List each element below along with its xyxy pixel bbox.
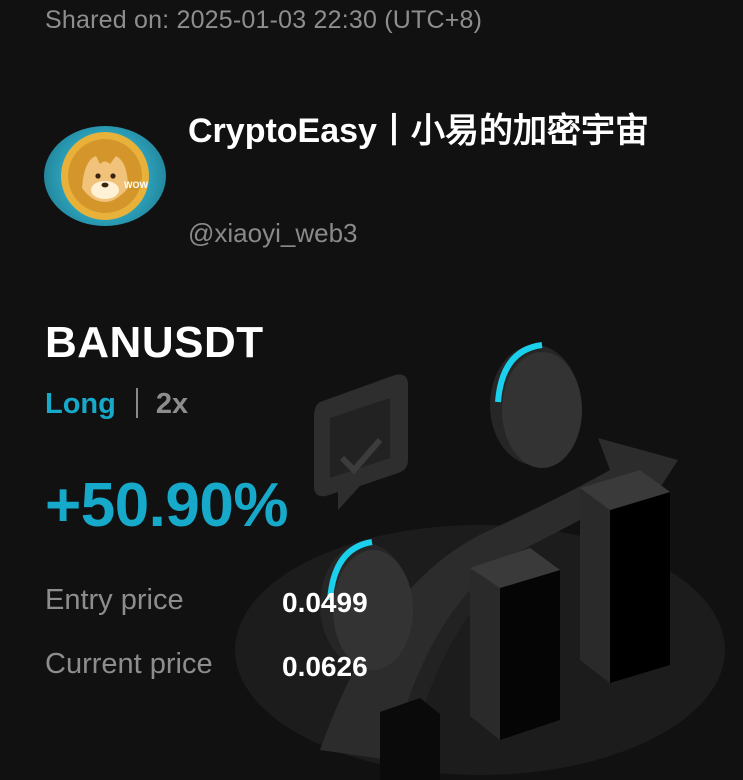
position-side-row: Long 2x [45,388,188,421]
entry-price-value: 0.0499 [282,587,368,618]
current-price-label: Current price [45,648,213,680]
doge-coin-icon: WOW [61,132,149,220]
coin-top-icon [490,342,582,468]
leverage: 2x [155,388,189,420]
side-divider [135,388,138,418]
shared-on-timestamp: Shared on: 2025-01-03 22:30 (UTC+8) [45,6,483,34]
pnl-percent: +50.90% [45,471,289,540]
avatar-wow-text: WOW [124,180,148,190]
position-side: Long [45,388,116,420]
author-handle[interactable]: @xiaoyi_web3 [188,218,357,249]
speech-bubble-icon [314,374,408,510]
entry-price-label: Entry price [45,584,184,616]
current-price-value: 0.0626 [282,651,368,682]
author-name[interactable]: CryptoEasy丨小易的加密宇宙 [188,104,688,159]
trading-pair-symbol: BANUSDT [45,318,264,367]
author-avatar[interactable]: WOW [44,126,166,226]
growth-chart-illustration-icon [235,342,725,780]
